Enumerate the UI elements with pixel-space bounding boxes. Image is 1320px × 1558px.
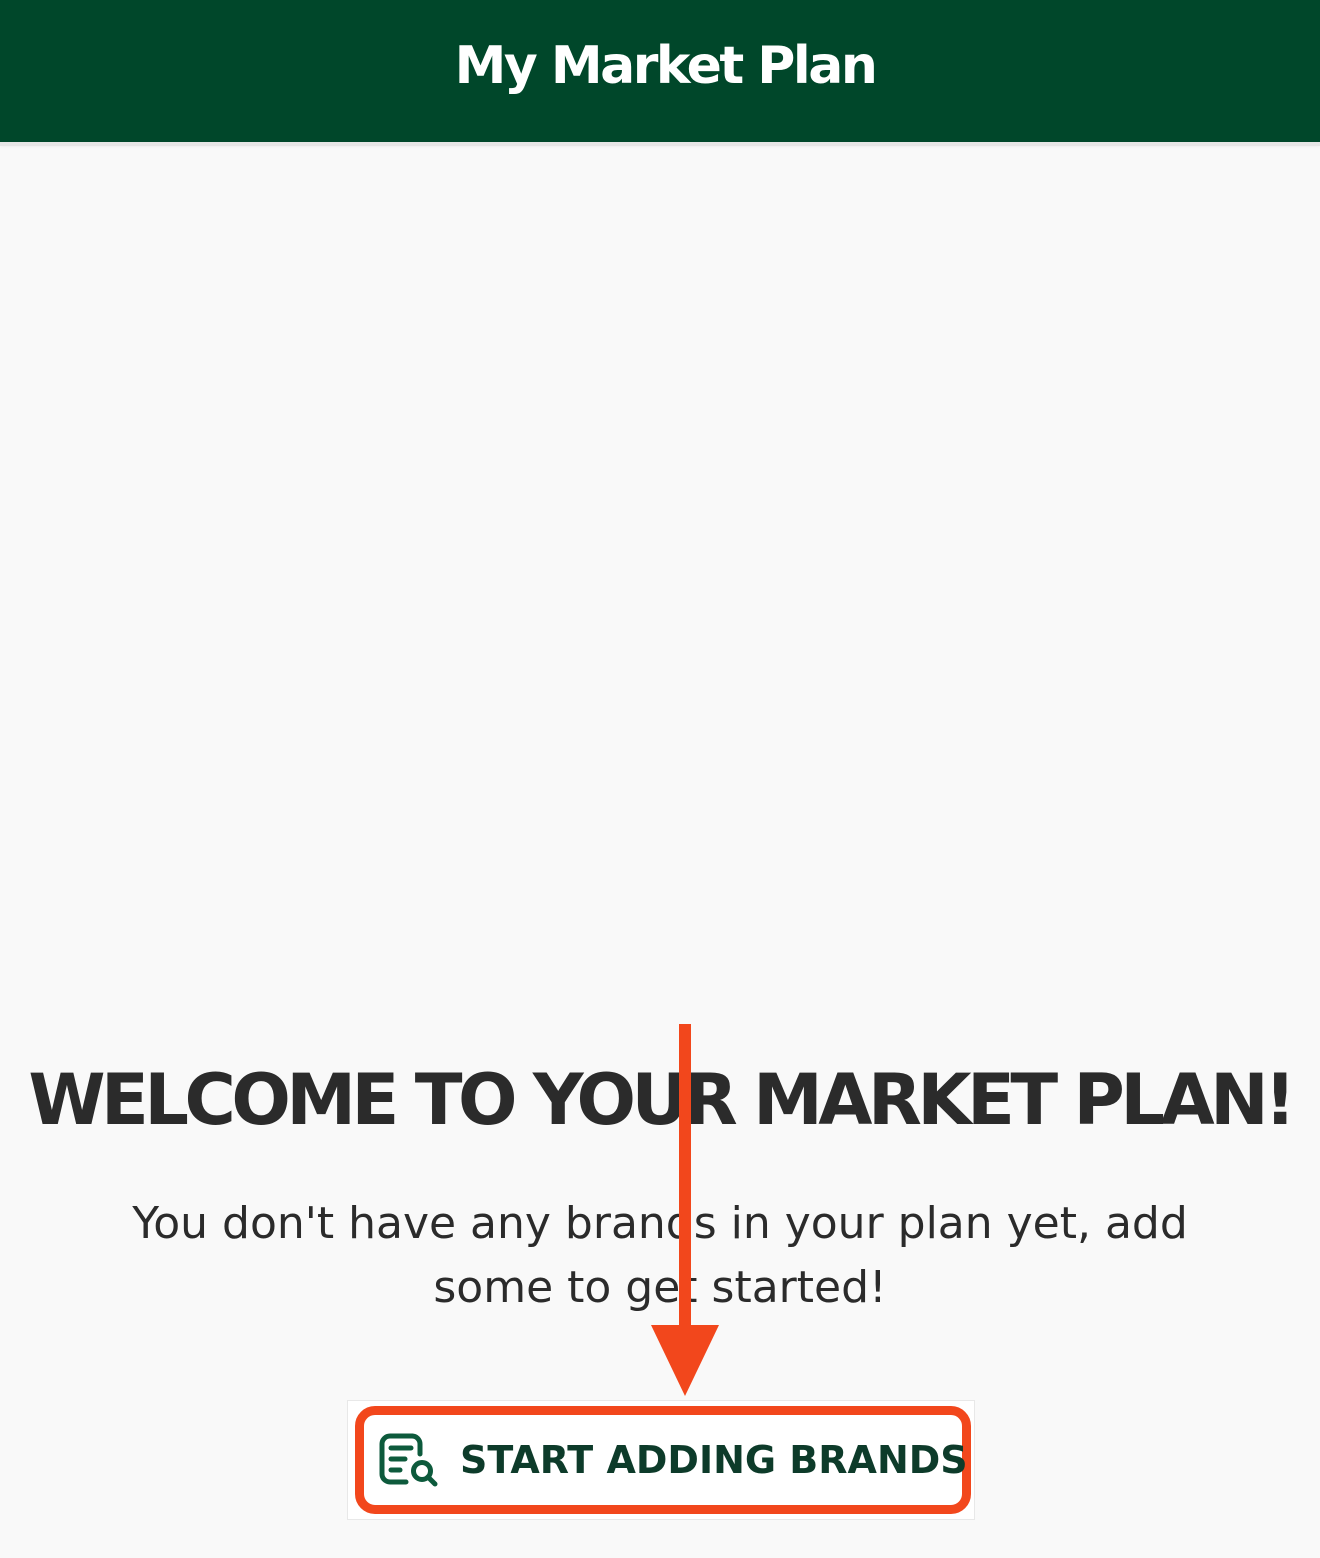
welcome-heading: WELCOME TO YOUR MARKET PLAN! [28, 1059, 1296, 1141]
list-search-icon [378, 1430, 440, 1490]
annotation-arrow-head [651, 1325, 719, 1396]
app-title: My Market Plan [454, 36, 878, 96]
annotation-arrow [651, 1024, 719, 1396]
start-adding-brands-button[interactable]: START ADDING BRANDS [355, 1406, 971, 1514]
welcome-subtext: You don't have any brands in your plan y… [132, 1198, 1188, 1313]
top-app-bar: My Market Plan [0, 0, 1320, 142]
start-adding-brands-label: START ADDING BRANDS [460, 1438, 968, 1482]
header-divider [0, 142, 1320, 146]
